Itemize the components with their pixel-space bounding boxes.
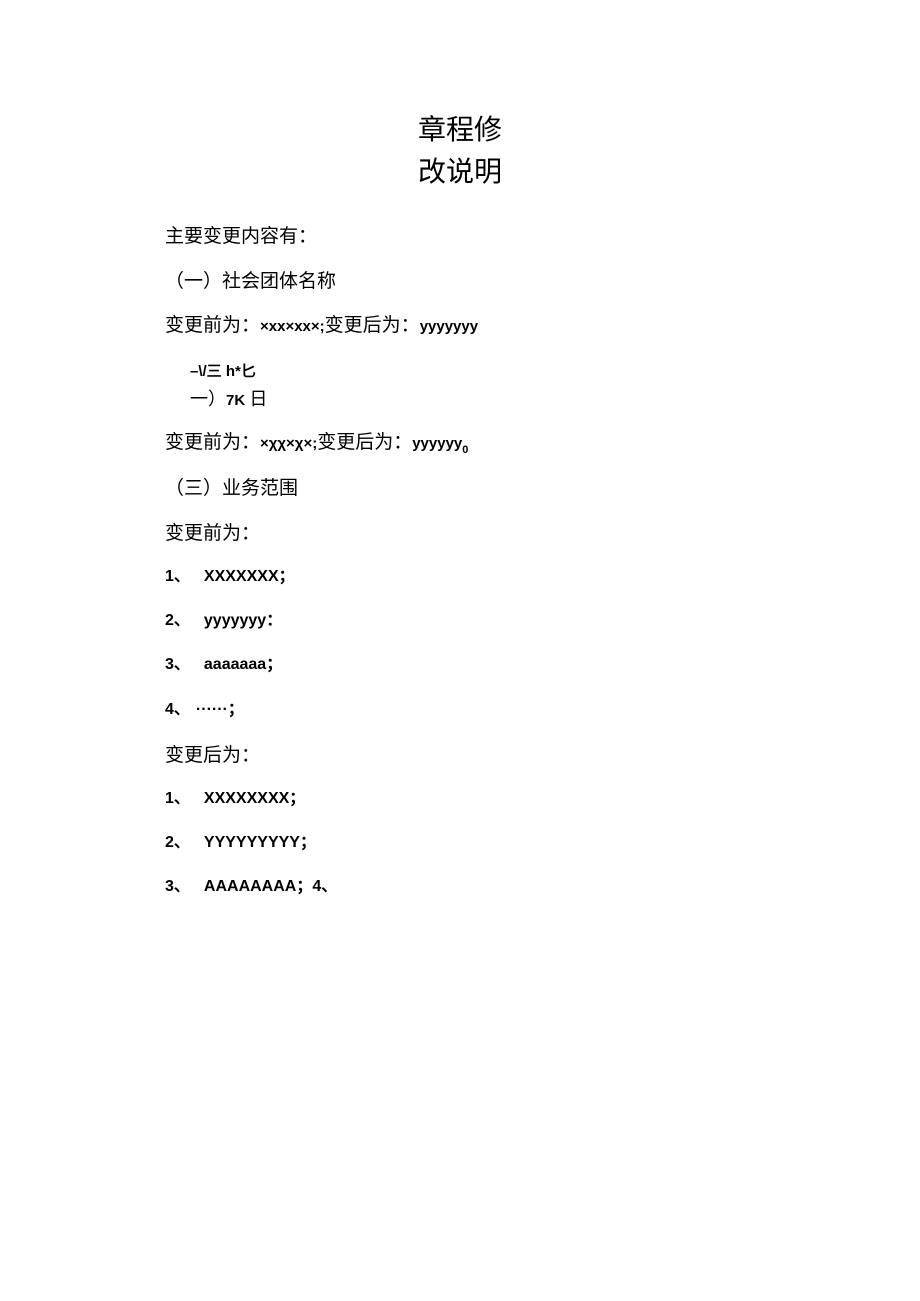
document-title: 章程修 改说明 — [165, 110, 755, 194]
section-3-after-label: 变更后为： — [165, 743, 755, 770]
before-item-2: 2、yyyyyyy： — [165, 610, 755, 632]
section-2-after-value: yyyyyy — [412, 435, 462, 452]
before-item-4: 4、······； — [165, 699, 755, 721]
section-2-after-suffix: 0 — [462, 444, 468, 456]
section-3-heading: （三）业务范围 — [165, 476, 755, 503]
before-item-1: 1、XXXXXXX； — [165, 566, 755, 588]
section-1-after-value: yyyyyyy — [420, 318, 478, 335]
section-1-before-value: ×xx×xx×; — [260, 318, 325, 335]
section-1-before-label: 变更前为： — [165, 315, 260, 336]
section-1-heading: （一）社会团体名称 — [165, 269, 755, 296]
section-2-before-value: ×χχ×χ×; — [260, 435, 317, 452]
title-line-1: 章程修 — [418, 115, 502, 146]
section-2-before-label: 变更前为： — [165, 432, 260, 453]
section-2-after-label: 变更后为： — [317, 432, 412, 453]
after-item-2: 2、YYYYYYYYY； — [165, 832, 755, 854]
intro-text: 主要变更内容有： — [165, 224, 755, 251]
document-page: 章程修 改说明 主要变更内容有： （一）社会团体名称 变更前为：×xx×xx×;… — [0, 0, 920, 971]
section-1-change: 变更前为：×xx×xx×;变更后为：yyyyyyy — [165, 313, 755, 340]
section-2-garbled-1: –\/三 h*匕 — [190, 358, 755, 383]
after-item-3: 3、AAAAAAAA；4、 — [165, 876, 755, 898]
section-1-after-label: 变更后为： — [325, 315, 420, 336]
section-2-change: 变更前为：×χχ×χ×;变更后为：yyyyyy0 — [165, 430, 755, 458]
section-2-garbled-2: 一）7K 日 — [190, 387, 755, 412]
section-3-before-label: 变更前为： — [165, 521, 755, 548]
title-line-2: 改说明 — [418, 157, 502, 188]
before-item-3: 3、aaaaaaa； — [165, 654, 755, 676]
after-item-1: 1、XXXXXXXX； — [165, 788, 755, 810]
